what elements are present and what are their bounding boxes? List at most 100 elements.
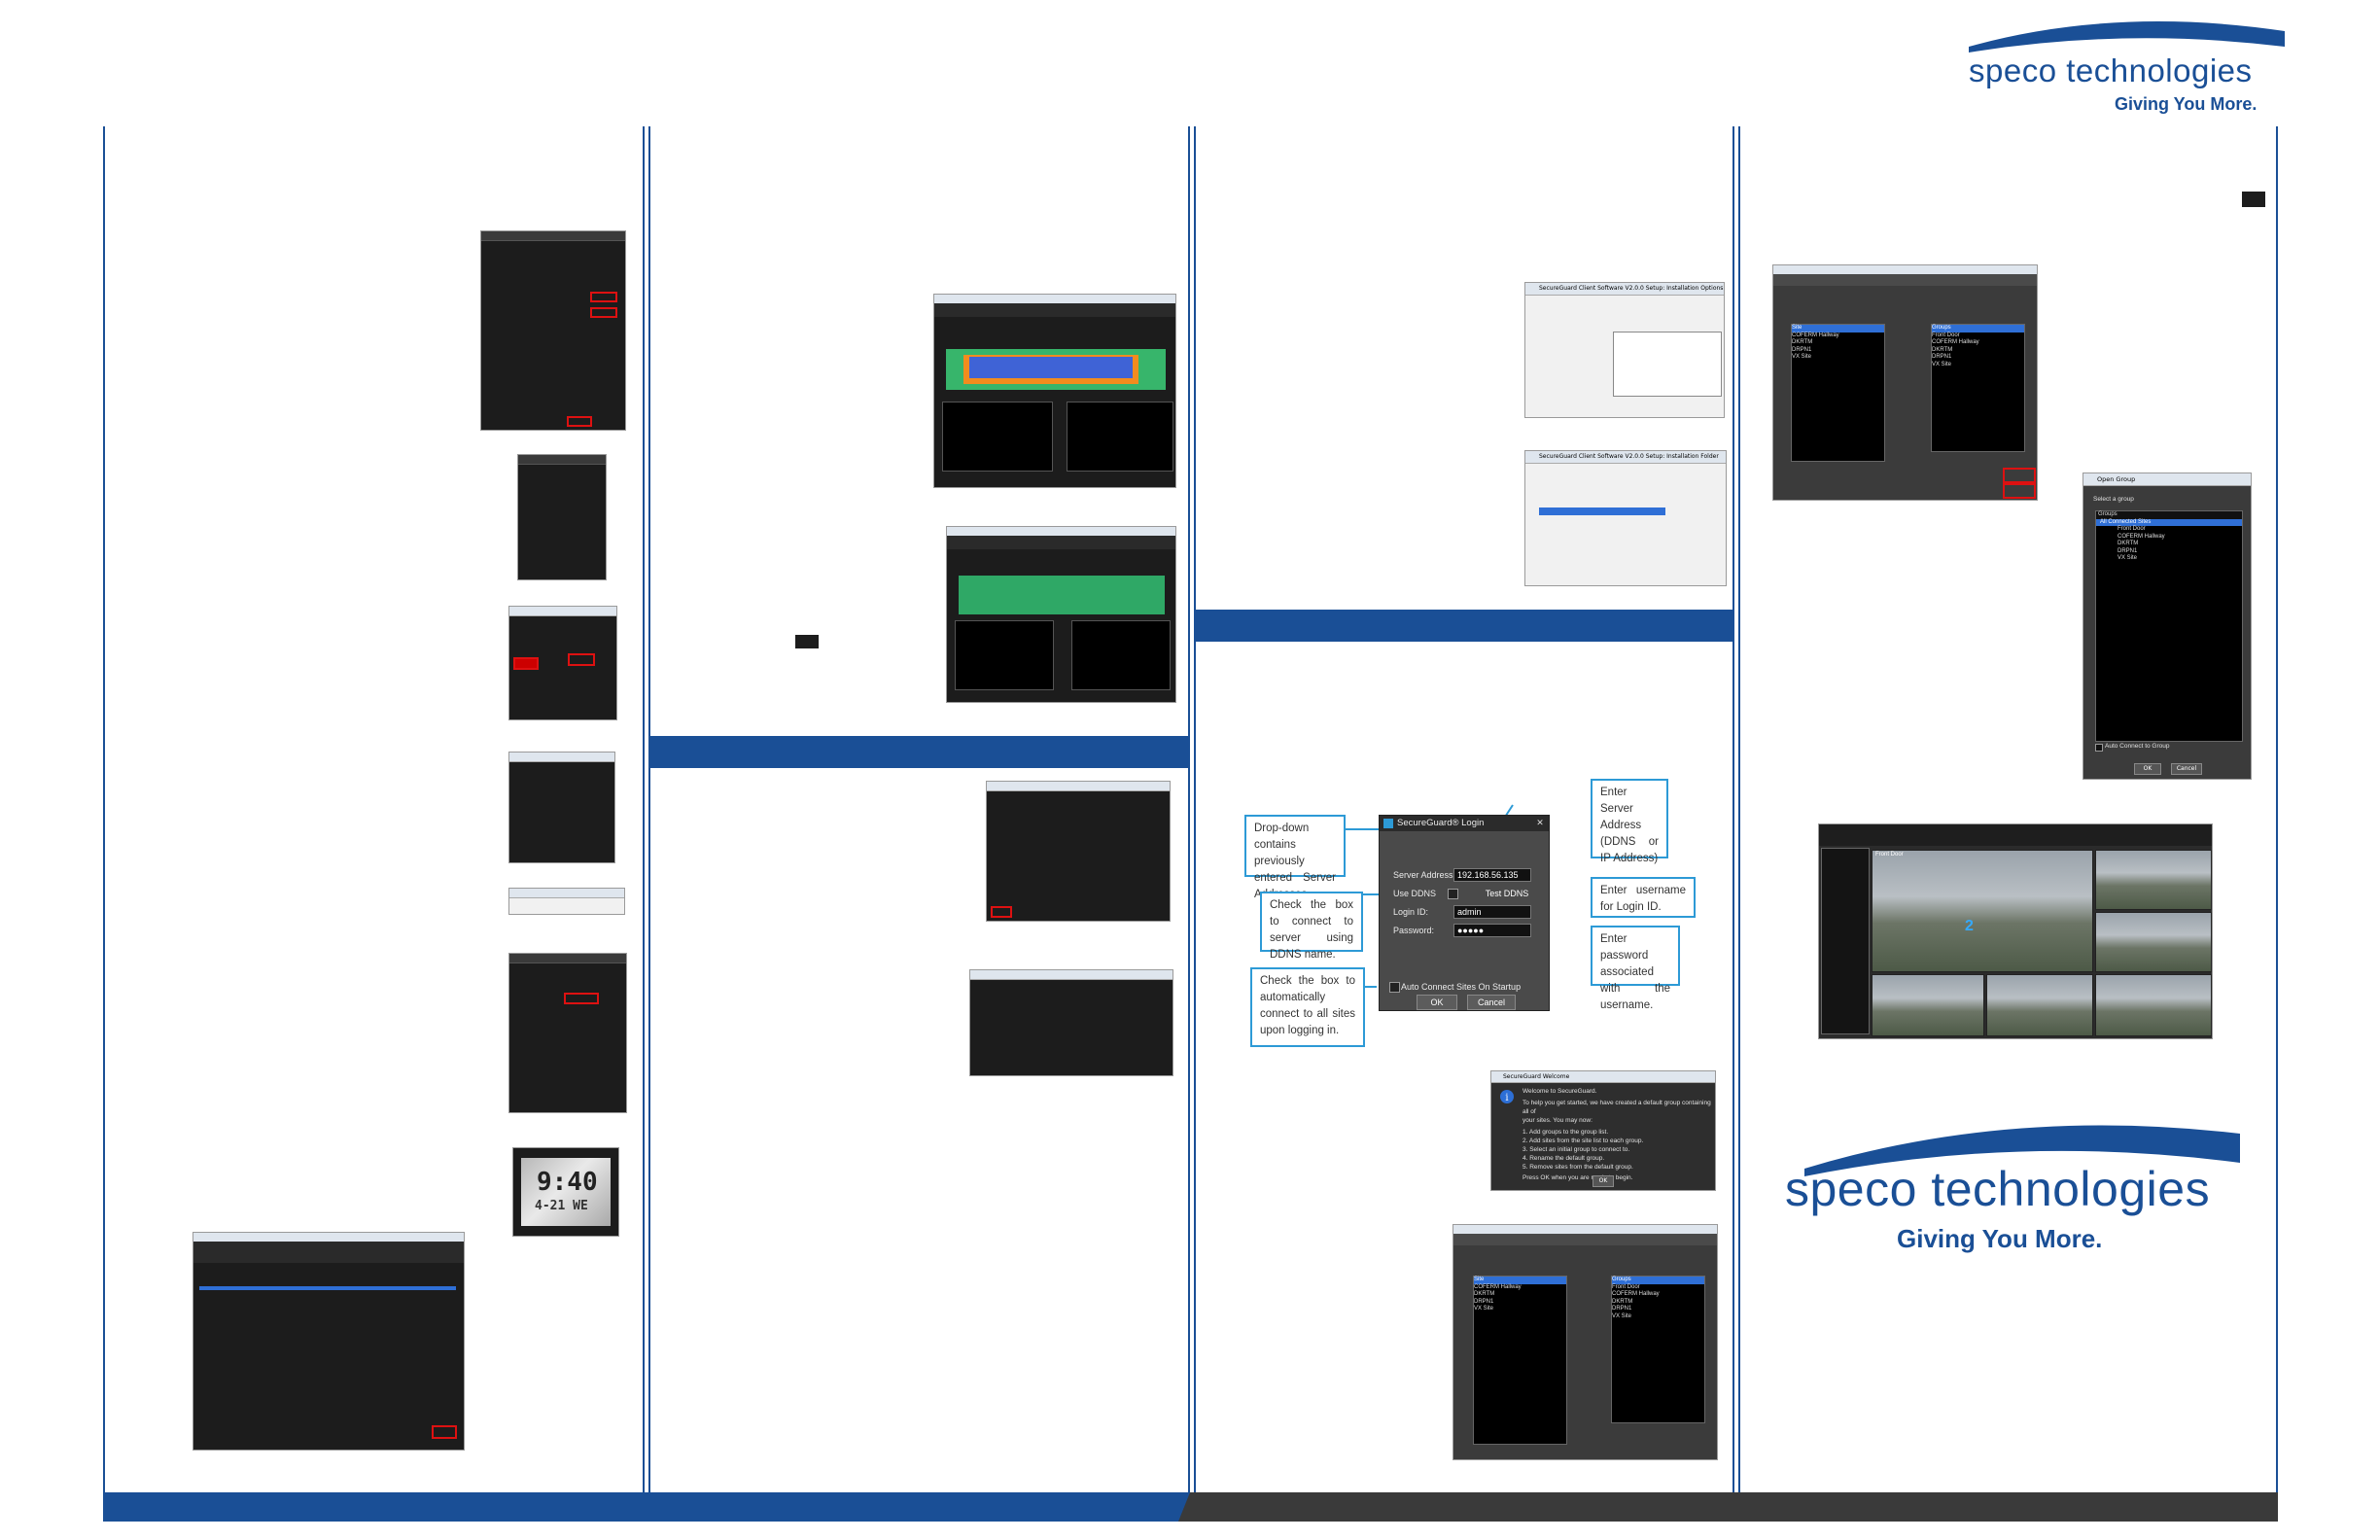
- callout-use-ddns: Check the box to connect to server using…: [1260, 892, 1363, 961]
- group-row[interactable]: Front Door: [1612, 1284, 1704, 1292]
- welcome-line: To help you get started, we have created…: [1522, 1100, 1711, 1115]
- screenshot-installer-folder: SecureGuard Client Software V2.0.0 Setup…: [1524, 450, 1727, 586]
- site-tree: [1821, 848, 1870, 1034]
- header-logo: speco technologies Giving You More.: [1930, 14, 2290, 121]
- welcome-ok-button[interactable]: OK: [1592, 1175, 1614, 1187]
- group-row[interactable]: VX Site: [2096, 555, 2242, 563]
- group-row[interactable]: Front Door: [1932, 332, 2024, 340]
- screenshot-user-list: [986, 781, 1171, 922]
- login-app-icon: [1383, 819, 1393, 828]
- groups-list-a: Groups Front Door COFERM Hallway DKRTM D…: [1611, 1276, 1705, 1423]
- group-row[interactable]: DKRTM: [1932, 347, 2024, 355]
- apply-highlight: [2003, 468, 2036, 483]
- close-highlight: [2003, 483, 2036, 499]
- welcome-line: 4. Rename the default group.: [1522, 1155, 1605, 1162]
- camera-tile[interactable]: [1872, 850, 2093, 972]
- screenshot-schedule-config-2: [946, 526, 1176, 703]
- login-cancel-button[interactable]: Cancel: [1467, 995, 1516, 1010]
- open-group-list: Groups All Connected Sites Front Door CO…: [2095, 510, 2243, 742]
- screenshot-dialog-small: [517, 454, 607, 580]
- screenshot-user-settings-a: Site COFERM Hallway DKRTM DRPN1 VX Site …: [1452, 1224, 1718, 1460]
- site-row[interactable]: DKRTM: [1792, 339, 1884, 347]
- info-icon: i: [1500, 1090, 1514, 1103]
- group-row[interactable]: DRPN1: [1932, 354, 2024, 362]
- screenshot-installer-components: SecureGuard Client Software V2.0.0 Setup…: [1524, 282, 1725, 418]
- lcd-time-text: 9:40: [537, 1168, 598, 1197]
- password-input[interactable]: ●●●●●: [1453, 924, 1531, 937]
- screenshot-welcome-dialog: SecureGuard Welcome i Welcome to SecureG…: [1490, 1070, 1716, 1191]
- group-row[interactable]: DKRTM: [2096, 541, 2242, 548]
- use-ddns-checkbox[interactable]: [1448, 889, 1458, 899]
- welcome-line: your sites. You may now:: [1522, 1117, 1592, 1124]
- secureguard-login-dialog: SecureGuard® Login ✕ Server Address: 192…: [1379, 815, 1550, 1011]
- camera-tile[interactable]: [1872, 974, 1984, 1036]
- screenshot-add-user: [969, 969, 1173, 1076]
- group-row[interactable]: Front Door: [2096, 526, 2242, 534]
- test-ddns-button[interactable]: Test DDNS: [1481, 886, 1533, 901]
- site-row[interactable]: DRPN1: [1792, 347, 1884, 355]
- welcome-line: 5. Remove sites from the default group.: [1522, 1164, 1633, 1171]
- server-address-label: Server Address:: [1393, 870, 1456, 880]
- site-row[interactable]: COFERM Hallway: [1792, 332, 1884, 340]
- camera-tile[interactable]: [2095, 974, 2212, 1036]
- callout-server-address: Enter Server Address (DDNS or IP Address…: [1591, 779, 1668, 864]
- group-row[interactable]: COFERM Hallway: [1612, 1291, 1704, 1299]
- sites-list-b: Site COFERM Hallway DKRTM DRPN1 VX Site: [1791, 324, 1885, 462]
- group-row[interactable]: DRPN1: [2096, 548, 2242, 556]
- callout-username: Enter username for Login ID.: [1591, 877, 1696, 918]
- group-row[interactable]: Groups: [1612, 1277, 1704, 1284]
- group-row[interactable]: All Connected Sites: [2096, 518, 2242, 526]
- server-address-input[interactable]: 192.168.56.135: [1453, 868, 1531, 882]
- groups-header: Groups: [2096, 511, 2242, 519]
- camera-tile-number: 2: [1965, 918, 1974, 934]
- group-row[interactable]: COFERM Hallway: [2096, 534, 2242, 542]
- group-row[interactable]: DKRTM: [1612, 1299, 1704, 1307]
- auto-connect-label: Auto Connect Sites On Startup: [1401, 982, 1522, 992]
- screenshot-open-group: Open Group Select a group Groups All Con…: [2082, 472, 2252, 780]
- lcd-date-text: 4-21 WE: [535, 1199, 588, 1213]
- camera-tile[interactable]: [2095, 850, 2212, 910]
- group-row[interactable]: Groups: [1932, 325, 2024, 332]
- site-row[interactable]: Site: [1792, 325, 1884, 332]
- site-row[interactable]: Site: [1474, 1277, 1566, 1284]
- footer-logo-tagline: Giving You More.: [1897, 1224, 2103, 1253]
- camera-tile[interactable]: [1986, 974, 2093, 1036]
- group-row[interactable]: DRPN1: [1612, 1306, 1704, 1313]
- login-close-icon[interactable]: ✕: [1535, 818, 1545, 828]
- login-title: SecureGuard® Login: [1380, 816, 1549, 831]
- use-ddns-label: Use DDNS: [1393, 889, 1437, 898]
- open-group-ok-button[interactable]: OK: [2134, 763, 2161, 775]
- auto-connect-group-label: Auto Connect to Group: [2105, 743, 2170, 750]
- welcome-line: 1. Add groups to the group list.: [1522, 1129, 1609, 1136]
- camera-label-front-door: Front Door: [1875, 852, 1904, 858]
- site-row[interactable]: VX Site: [1792, 354, 1884, 362]
- login-id-label: Login ID:: [1393, 907, 1429, 917]
- callout-password: Enter password associated with the usern…: [1591, 926, 1680, 1011]
- site-row[interactable]: DRPN1: [1474, 1299, 1566, 1307]
- welcome-line: Welcome to SecureGuard.: [1522, 1088, 1597, 1095]
- small-dark-swatch-2: [2242, 192, 2265, 207]
- camera-tile[interactable]: [2095, 912, 2212, 972]
- auto-connect-group-checkbox[interactable]: [2095, 744, 2103, 752]
- screenshot-schedule-config-1: [933, 294, 1176, 488]
- welcome-line: 2. Add sites from the site list to each …: [1522, 1138, 1644, 1144]
- callout-auto-connect: Check the box to automatically connect t…: [1250, 967, 1365, 1047]
- open-group-cancel-button[interactable]: Cancel: [2171, 763, 2202, 775]
- group-row[interactable]: VX Site: [1612, 1313, 1704, 1321]
- callout-dropdown: Drop-down contains previously entered Se…: [1244, 815, 1346, 900]
- welcome-line: 3. Select an initial group to connect to…: [1522, 1146, 1630, 1153]
- site-row[interactable]: COFERM Hallway: [1474, 1284, 1566, 1292]
- footer-bar-dark: [1178, 1492, 2278, 1522]
- open-group-title: Open Group: [2083, 473, 2251, 486]
- login-ok-button[interactable]: OK: [1417, 995, 1457, 1010]
- group-row[interactable]: VX Site: [1932, 362, 2024, 369]
- auto-connect-checkbox[interactable]: [1389, 982, 1400, 993]
- logo-swoosh-icon: [1969, 21, 2285, 52]
- logo-wordmark: speco technologies: [1969, 52, 2253, 88]
- group-row[interactable]: COFERM Hallway: [1932, 339, 2024, 347]
- password-label: Password:: [1393, 926, 1435, 935]
- site-row[interactable]: DKRTM: [1474, 1291, 1566, 1299]
- login-id-input[interactable]: admin: [1453, 905, 1531, 919]
- site-row[interactable]: VX Site: [1474, 1306, 1566, 1313]
- screenshot-live-view-client: Front Door 2: [1818, 823, 2213, 1039]
